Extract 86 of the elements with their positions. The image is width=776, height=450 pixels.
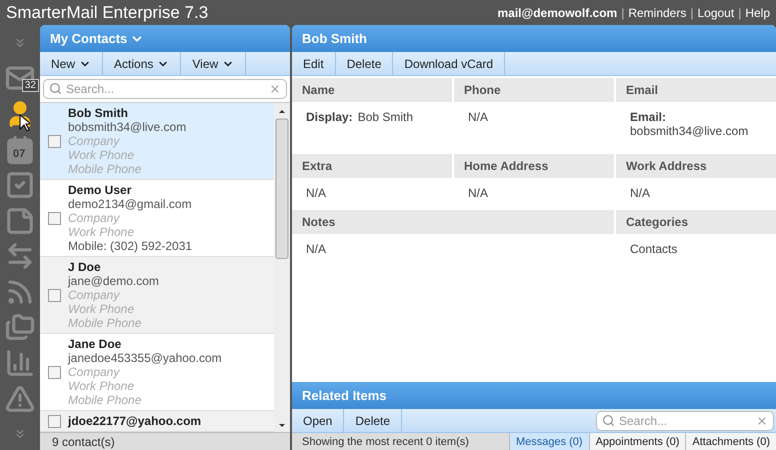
empty-field-hint: Work Phone	[68, 379, 136, 393]
clear-icon[interactable]	[756, 415, 768, 427]
empty-field-hint: Work Phone	[68, 302, 136, 316]
contact-row[interactable]: jdoe22177@yahoo.com	[40, 411, 274, 432]
cursor-icon	[19, 114, 30, 132]
folders-icon[interactable]	[5, 312, 35, 342]
contact-row[interactable]: J Doe jane@demo.com Company Work Phone Mobile Phone	[40, 257, 274, 334]
field-label: Email:	[630, 110, 668, 124]
field-value: N/A	[630, 186, 650, 200]
contact-name: J Doe	[68, 260, 102, 274]
contact-name: Bob Smith	[68, 106, 129, 120]
app-title: SmarterMail Enterprise 7.3	[6, 2, 208, 22]
contact-name: jdoe22177@yahoo.com	[68, 414, 202, 428]
checkbox[interactable]	[48, 134, 61, 148]
contact-detail: jane@demo.com	[68, 274, 159, 288]
search-field[interactable]: Search...	[596, 411, 774, 431]
field-value: Bob Smith	[358, 110, 414, 124]
separator: |	[621, 6, 624, 20]
field-value: N/A	[468, 110, 488, 124]
toolbar-button[interactable]: Delete	[344, 409, 402, 432]
toolbar-button[interactable]: Delete	[336, 52, 394, 75]
empty-field-hint: Company	[68, 288, 121, 302]
field-label: Display:	[306, 110, 353, 124]
checkbox[interactable]	[48, 288, 61, 302]
menu-button[interactable]: Actions	[103, 52, 182, 75]
contact-detail: Mobile: (302) 592-2031	[68, 239, 192, 253]
checkbox[interactable]	[48, 414, 61, 428]
field-value: N/A	[306, 186, 326, 200]
top-link[interactable]: Reminders	[628, 6, 686, 20]
empty-field-hint: Work Phone	[68, 148, 136, 162]
section-heading: Notes	[292, 210, 452, 234]
warning-icon[interactable]	[5, 384, 35, 414]
detail-title: Bob Smith	[302, 31, 367, 46]
checkbox[interactable]	[48, 366, 61, 378]
account-link[interactable]: mail@demowolf.com	[497, 6, 618, 20]
tab[interactable]: Attachments (0)	[685, 433, 776, 450]
clear-icon[interactable]	[269, 83, 281, 95]
top-link[interactable]: Logout	[697, 6, 734, 20]
section-heading: Extra	[292, 154, 452, 178]
contact-row[interactable]: Bob Smith bobsmith34@live.com Company Work Phone Mobile Phone	[40, 103, 274, 180]
checkbox[interactable]	[48, 212, 61, 224]
contact-count: 9 contact(s)	[52, 434, 115, 448]
separator: |	[738, 6, 742, 20]
separator: |	[690, 6, 694, 20]
toolbar-button[interactable]: Edit	[292, 52, 336, 75]
related-title: Related Items	[302, 388, 387, 403]
calendar-icon[interactable]	[5, 134, 35, 165]
toolbar-button[interactable]: Open	[292, 409, 344, 432]
note-icon[interactable]	[5, 206, 35, 236]
menu-button[interactable]: New	[40, 52, 104, 75]
contact-name: Jane Doe	[68, 337, 122, 351]
menu-button[interactable]: View	[181, 52, 246, 75]
tab[interactable]: Appointments (0)	[588, 433, 686, 450]
field-value: N/A	[468, 186, 488, 200]
tab[interactable]: Messages (0)	[508, 433, 589, 450]
empty-field-hint: Mobile Phone	[68, 393, 142, 407]
section-heading: Name	[292, 78, 452, 102]
empty-field-hint: Company	[68, 134, 121, 148]
section-heading: Phone	[454, 78, 614, 102]
contact-detail: demo2134@gmail.com	[68, 197, 192, 211]
calendar-day: 07	[13, 148, 26, 160]
toolbar-button[interactable]: Download vCard	[393, 52, 506, 75]
empty-field-hint: Mobile Phone	[68, 162, 142, 176]
field-value: bobsmith34@live.com	[630, 124, 750, 138]
top-link[interactable]: Help	[745, 6, 770, 20]
empty-field-hint: Work Phone	[68, 225, 136, 239]
contact-detail: bobsmith34@live.com	[68, 120, 186, 134]
search-icon	[602, 414, 615, 427]
unread-count: 32	[22, 79, 39, 92]
section-heading: Email	[616, 78, 776, 102]
status-text: Showing the most recent 0 item(s)	[301, 434, 470, 450]
checkbox-icon[interactable]	[5, 170, 35, 200]
section-heading: Work Address	[616, 154, 776, 178]
contact-name: Demo User	[68, 183, 132, 197]
empty-field-hint: Mobile Phone	[68, 316, 142, 330]
field-value: Contacts	[630, 242, 678, 256]
search-field[interactable]: Search...	[43, 79, 287, 99]
search-icon	[49, 82, 62, 95]
empty-field-hint: Company	[68, 211, 121, 225]
contact-detail: janedoe453355@yahoo.com	[68, 351, 222, 365]
section-heading: Home Address	[454, 154, 614, 178]
field-value: N/A	[306, 242, 326, 256]
empty-field-hint: Company	[68, 365, 121, 379]
section-heading: Categories	[616, 210, 776, 234]
bar-chart-icon[interactable]	[5, 348, 35, 378]
scrollbar[interactable]	[274, 103, 290, 432]
